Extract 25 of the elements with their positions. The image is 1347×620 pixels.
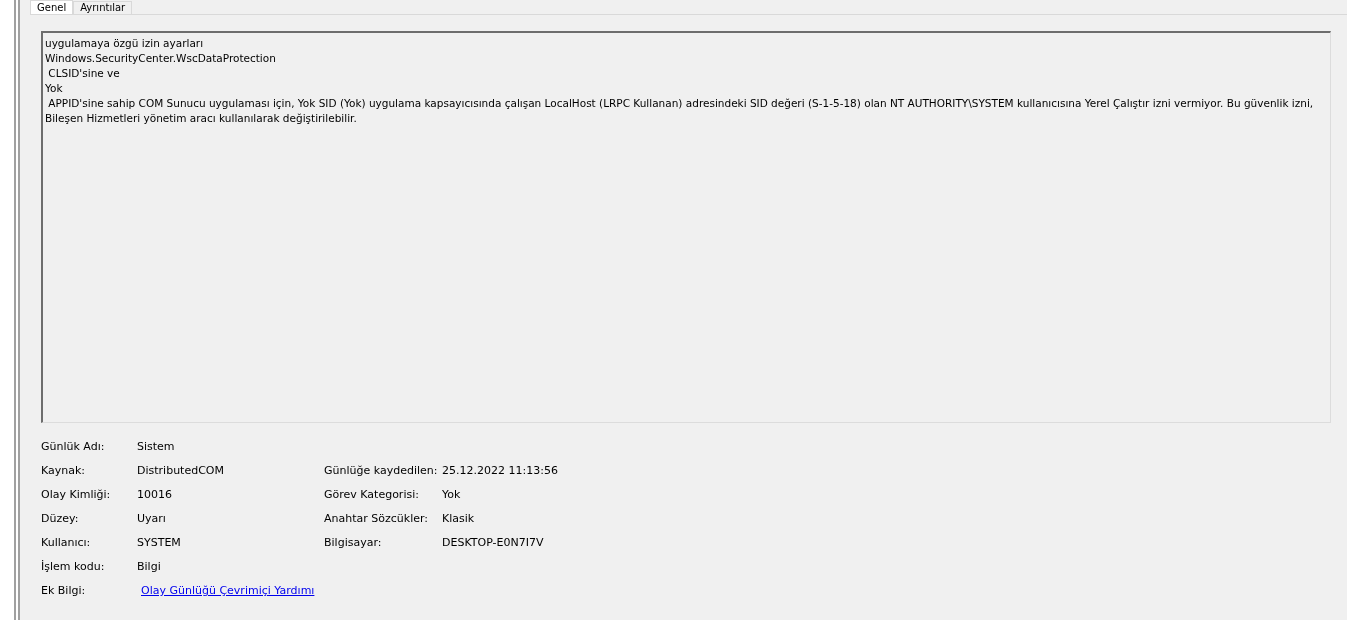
tab[interactable]: Ayrıntılar [73,1,133,14]
field-label: Düzey: [41,511,80,527]
field-value: Yok [442,488,461,501]
field-value: Uyarı [137,511,167,527]
field-value: Sistem [137,439,176,455]
field-label: Bilgisayar: [324,536,382,549]
event-message: uygulamaya özgü izin ayarları Windows.SecurityCenter.WscDataProtection CLSID'sine ve Yok APPID'sine sahip COM Sunucu uygulaması için, Yok SID (Yok) uygulama kapsayıcısında çalışan LocalHost (LRPC Kullanan) adresindeki SID değeri (S-1-5-18) olan NT AUTHORITY\SYSTEM kullanıcısına Yerel Çalıştır izni vermiyor. Bu güvenlik izni, Bileşen Hizmetleri yönetim aracı kullanılarak değiştirilebilir. [45,36,1315,126]
field-value: 25.12.2022 11:13:56 [442,464,558,477]
help-link[interactable]: Olay Günlüğü Çevrimiçi Yardımı [141,584,315,597]
field-label: Günlük Adı: [41,439,106,455]
field-label: İşlem kodu: [41,559,106,575]
field-label: Günlüğe kaydedilen: [324,464,438,477]
field-label: Kullanıcı: [41,535,92,551]
field-value: DESKTOP-E0N7I7V [442,536,544,549]
field-value: Bilgi [137,559,162,575]
field-label: Ek Bilgi: [41,583,87,599]
field-label: Olay Kimliği: [41,487,112,503]
field-value: DistributedCOM [137,463,225,479]
field-label: Anahtar Sözcükler: [324,512,429,525]
field-value: SYSTEM [137,535,182,551]
tab[interactable]: Genel [30,0,74,14]
field-label: Kaynak: [41,463,87,479]
field-value: 10016 [137,487,173,503]
field-value: Klasik [442,512,475,525]
field-label: Görev Kategorisi: [324,488,419,501]
